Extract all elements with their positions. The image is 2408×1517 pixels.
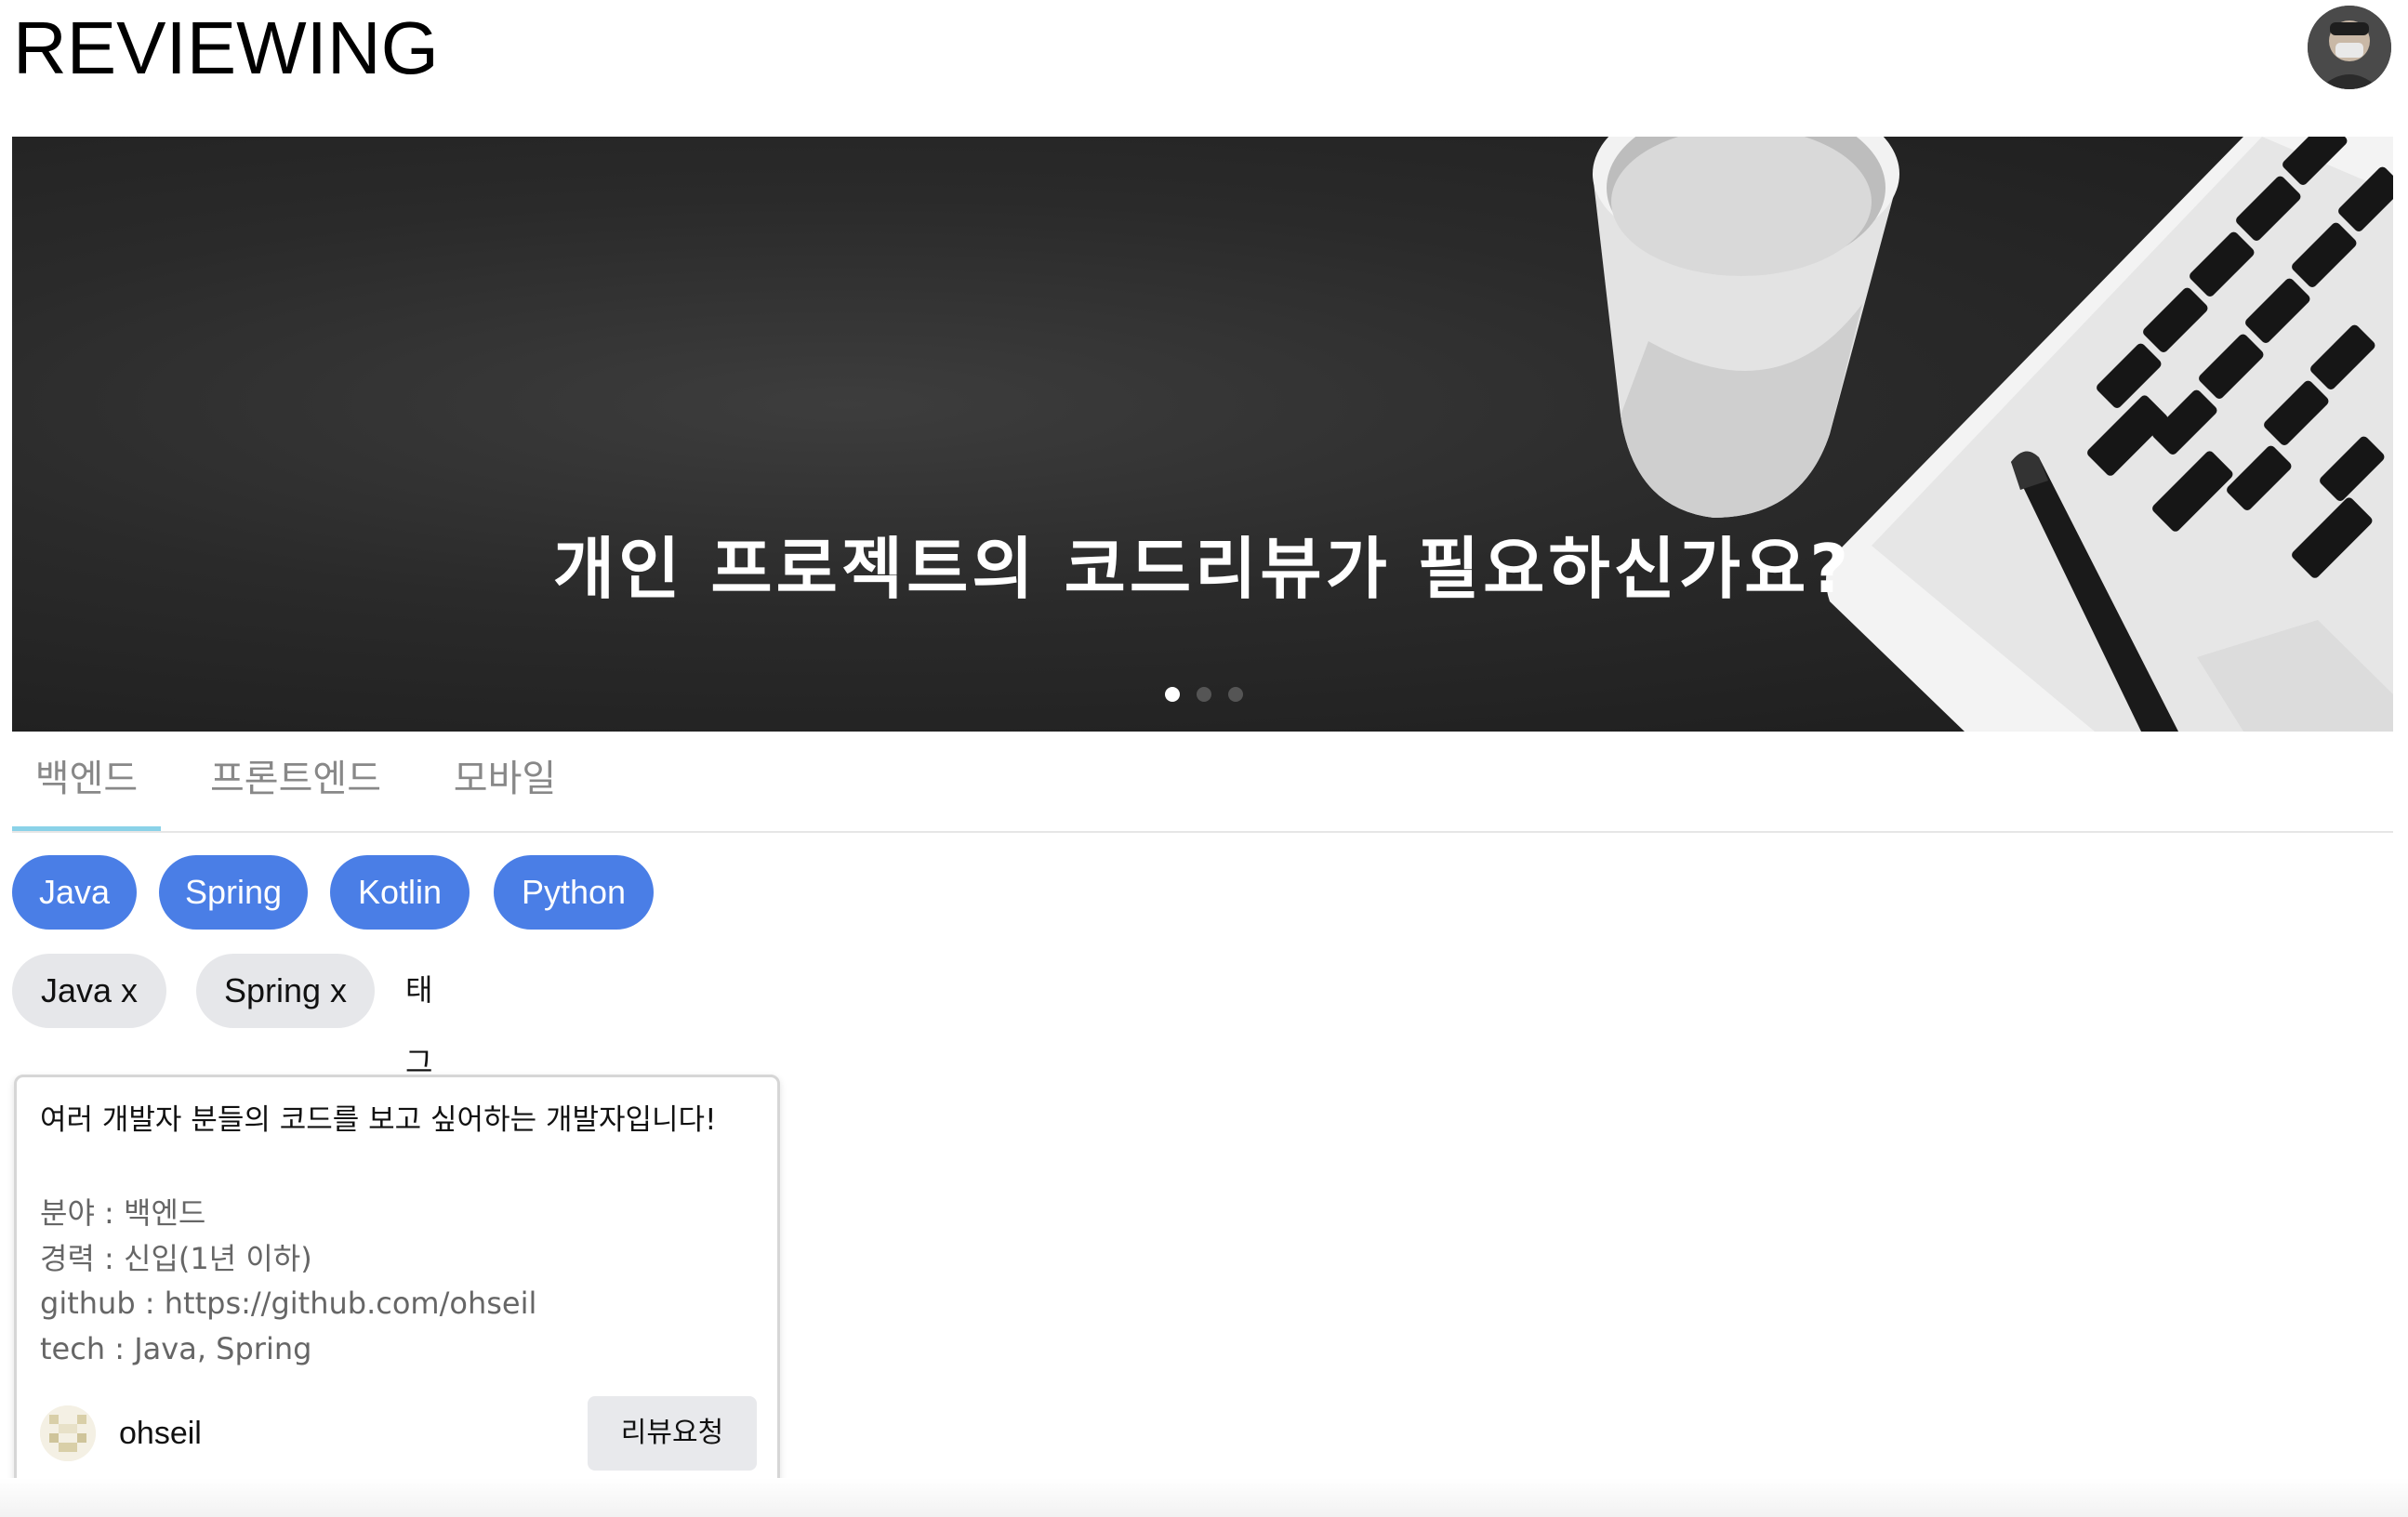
carousel-dot-3[interactable] xyxy=(1228,687,1243,702)
tab-backend[interactable]: 백엔드 xyxy=(12,734,161,831)
app: REVIEWING 개인 프로젝트의 코드리뷰가 필요하신가요? 백엔드 프론트… xyxy=(0,0,2408,1517)
logo[interactable]: REVIEWING xyxy=(13,4,439,93)
tag-chip-spring[interactable]: Spring xyxy=(159,855,308,930)
category-tabs: 백엔드 프론트엔드 모바일 xyxy=(12,734,2393,833)
card-username[interactable]: ohseil xyxy=(119,1405,202,1461)
selected-tag-java[interactable]: Java x xyxy=(12,954,166,1028)
reviewer-card[interactable]: 여러 개발자 분들의 코드를 보고 싶어하는 개발자입니다! 분야 : 백엔드 … xyxy=(14,1075,780,1493)
profile-avatar[interactable] xyxy=(2308,6,2391,89)
user-avatar-icon xyxy=(2308,6,2391,89)
bottom-fade xyxy=(0,1478,2408,1517)
selected-tag-spring[interactable]: Spring x xyxy=(196,954,375,1028)
card-career-line: 경력 : 신입(1년 이하) xyxy=(40,1240,312,1276)
identicon-icon xyxy=(40,1405,96,1461)
card-title[interactable]: 여러 개발자 분들의 코드를 보고 싶어하는 개발자입니다! xyxy=(40,1092,717,1148)
tab-frontend[interactable]: 프론트엔드 xyxy=(203,734,389,831)
tag-chip-python[interactable]: Python xyxy=(494,855,654,930)
card-user-avatar[interactable] xyxy=(40,1405,96,1461)
review-request-button[interactable]: 리뷰요청 xyxy=(588,1396,757,1471)
carousel-dot-1[interactable] xyxy=(1165,687,1180,702)
header: REVIEWING xyxy=(0,0,2408,130)
tag-chip-java[interactable]: Java xyxy=(12,855,137,930)
card-github-line: github : https://github.com/ohseil xyxy=(40,1286,537,1321)
reset-tags-button[interactable]: 태그 초기화 xyxy=(405,954,432,1298)
card-field-line: 분야 : 백엔드 xyxy=(40,1195,206,1231)
tab-mobile[interactable]: 모바일 xyxy=(444,734,565,831)
card-tech-line: tech : Java, Spring xyxy=(40,1330,312,1366)
desk-illustration xyxy=(1593,137,2393,732)
carousel-dots xyxy=(1165,687,1243,706)
tag-chip-kotlin[interactable]: Kotlin xyxy=(330,855,470,930)
hero-banner: 개인 프로젝트의 코드리뷰가 필요하신가요? xyxy=(12,137,2393,732)
card-details: 분야 : 백엔드 경력 : 신입(1년 이하) github : https:/… xyxy=(40,1191,536,1371)
hero-title: 개인 프로젝트의 코드리뷰가 필요하신가요? xyxy=(552,530,1853,608)
carousel-dot-2[interactable] xyxy=(1197,687,1211,702)
